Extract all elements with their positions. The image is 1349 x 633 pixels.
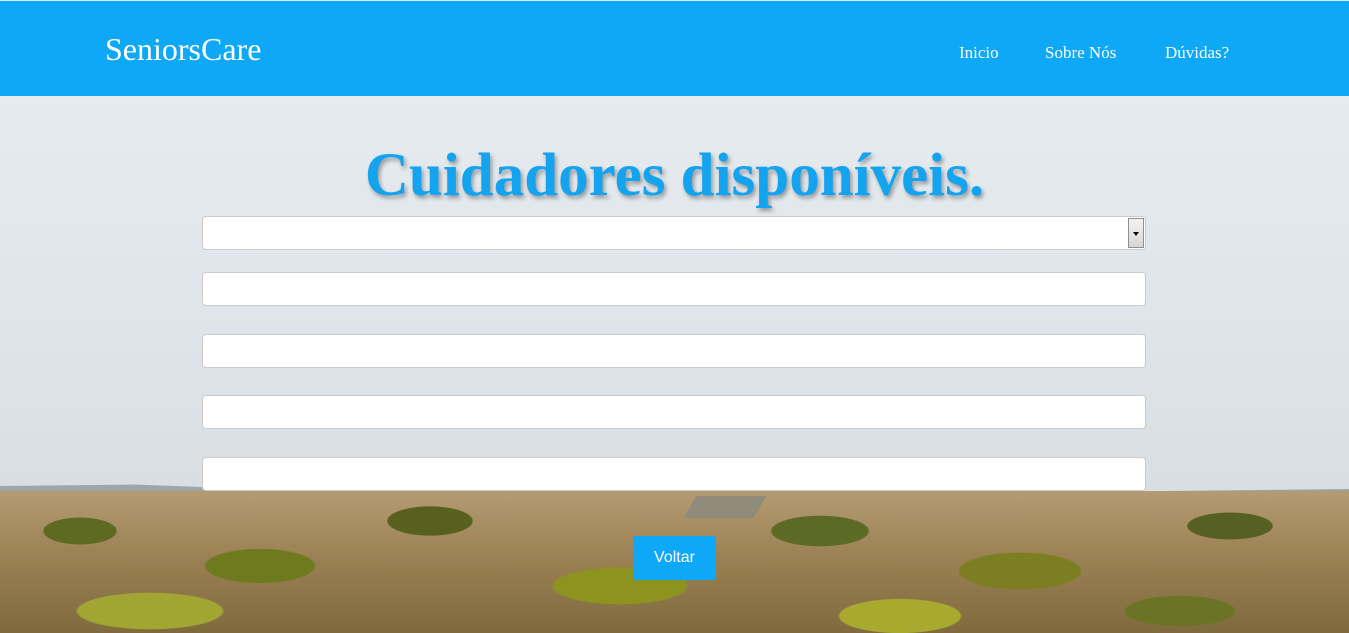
form-field-3[interactable] xyxy=(202,395,1146,429)
page-title: Cuidadores disponíveis. xyxy=(364,142,985,209)
caregiver-select[interactable] xyxy=(202,216,1146,250)
navbar: SeniorsCare Inicio Sobre Nós Dúvidas? xyxy=(0,0,1349,96)
back-button[interactable]: Voltar xyxy=(633,536,716,580)
nav-link-inicio[interactable]: Inicio xyxy=(959,43,999,63)
background-road xyxy=(683,496,767,518)
form-field-2[interactable] xyxy=(202,334,1146,368)
brand-logo[interactable]: SeniorsCare xyxy=(105,31,261,68)
dropdown-arrow-icon[interactable] xyxy=(1128,218,1144,248)
form-field-1[interactable] xyxy=(202,272,1146,306)
nav-link-sobre-nos[interactable]: Sobre Nós xyxy=(1045,43,1116,63)
nav-link-duvidas[interactable]: Dúvidas? xyxy=(1165,43,1229,63)
form-field-4[interactable] xyxy=(202,457,1146,491)
